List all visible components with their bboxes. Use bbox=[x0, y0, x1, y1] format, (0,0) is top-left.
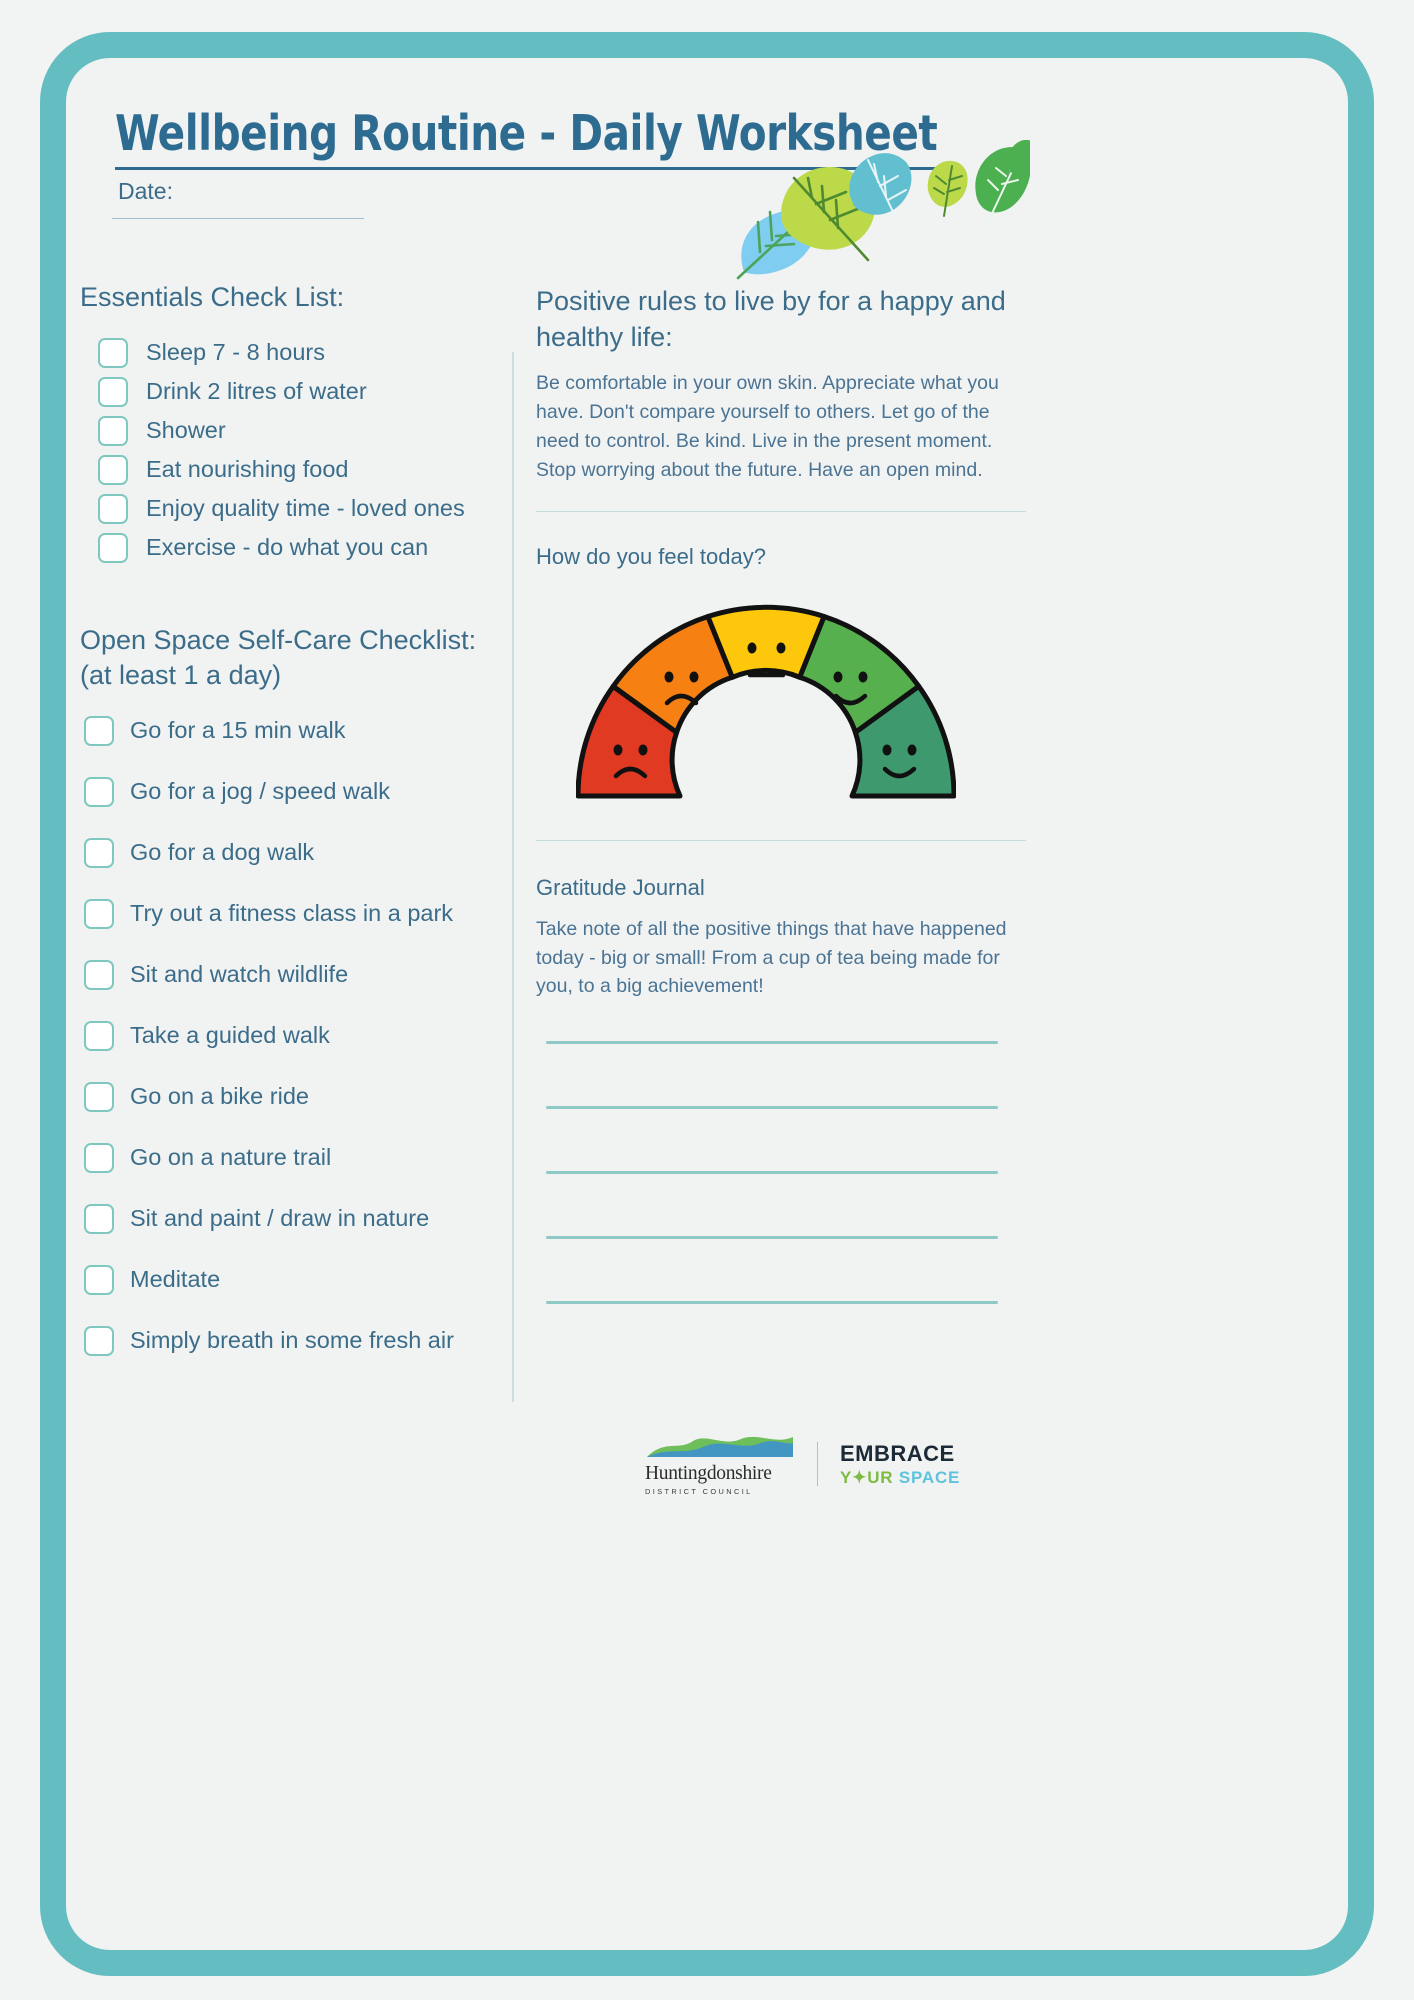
checklist-item[interactable]: Sit and paint / draw in nature bbox=[84, 1203, 510, 1234]
checklist-item[interactable]: Exercise - do what you can bbox=[98, 532, 510, 563]
checkbox-icon[interactable] bbox=[84, 1264, 114, 1295]
checklist-item[interactable]: Eat nourishing food bbox=[98, 454, 510, 485]
leaf-lime-small bbox=[927, 160, 968, 217]
open-space-heading-line2: (at least 1 a day) bbox=[80, 660, 282, 691]
checklist-label: Take a guided walk bbox=[130, 1022, 330, 1049]
checklist-item[interactable]: Shower bbox=[98, 415, 510, 446]
checklist-item[interactable]: Sit and watch wildlife bbox=[84, 959, 510, 990]
your-ur: UR bbox=[867, 1467, 894, 1487]
your-space-words: Y✦UR SPACE bbox=[840, 1469, 960, 1486]
checkbox-icon[interactable] bbox=[98, 532, 128, 563]
checklist-label: Try out a fitness class in a park bbox=[130, 900, 454, 927]
checkbox-icon[interactable] bbox=[84, 776, 114, 807]
leaf-decoration-cluster bbox=[720, 140, 1030, 280]
checklist-item[interactable]: Take a guided walk bbox=[84, 1020, 510, 1051]
checklist-item[interactable]: Enjoy quality time - loved ones bbox=[98, 493, 510, 524]
checklist-label: Go for a jog / speed walk bbox=[130, 778, 390, 805]
checklist-label: Go on a bike ride bbox=[130, 1083, 309, 1110]
checklist-label: Sleep 7 - 8 hours bbox=[146, 339, 325, 366]
checkbox-icon[interactable] bbox=[84, 1081, 114, 1112]
date-label: Date: bbox=[118, 178, 173, 204]
checkbox-icon[interactable] bbox=[84, 898, 114, 929]
checkbox-icon[interactable] bbox=[84, 959, 114, 990]
open-space-heading-line1: Open Space Self-Care Checklist: bbox=[80, 624, 477, 655]
leaf-green-tiny bbox=[1007, 140, 1030, 175]
checkbox-icon[interactable] bbox=[84, 1020, 114, 1051]
date-input-line[interactable] bbox=[112, 218, 364, 219]
checklist-item[interactable]: Simply breath in some fresh air bbox=[84, 1325, 510, 1356]
positive-rules-body: Be comfortable in your own skin. Appreci… bbox=[536, 372, 999, 481]
gratitude-heading: Gratitude Journal bbox=[536, 874, 705, 900]
footer-logos: Huntingdonshire DISTRICT COUNCIL EMBRACE… bbox=[645, 1433, 960, 1496]
gratitude-line[interactable] bbox=[546, 1041, 998, 1045]
checkbox-icon[interactable] bbox=[98, 376, 128, 407]
checklist-label: Shower bbox=[146, 417, 226, 444]
right-column: Positive rules to live by for a happy an… bbox=[536, 284, 1026, 1366]
essentials-checklist: Sleep 7 - 8 hours Drink 2 litres of wate… bbox=[80, 337, 510, 563]
council-hills-icon bbox=[647, 1436, 793, 1457]
essentials-heading: Essentials Check List: bbox=[80, 282, 345, 312]
checklist-label: Enjoy quality time - loved ones bbox=[146, 495, 465, 522]
checkbox-icon[interactable] bbox=[98, 337, 128, 368]
gratitude-line[interactable] bbox=[546, 1106, 998, 1110]
checkbox-icon[interactable] bbox=[84, 1142, 114, 1173]
section-divider bbox=[536, 510, 1026, 512]
gratitude-line[interactable] bbox=[546, 1236, 998, 1240]
open-space-heading: Open Space Self-Care Checklist: (at leas… bbox=[80, 623, 510, 694]
open-space-checklist: Go for a 15 min walk Go for a jog / spee… bbox=[80, 715, 510, 1356]
checklist-item[interactable]: Try out a fitness class in a park bbox=[84, 898, 510, 929]
checklist-item[interactable]: Go on a nature trail bbox=[84, 1142, 510, 1173]
gratitude-line[interactable] bbox=[546, 1301, 998, 1305]
council-name: Huntingdonshire bbox=[645, 1463, 772, 1484]
checklist-label: Simply breath in some fresh air bbox=[130, 1327, 454, 1354]
checklist-label: Meditate bbox=[130, 1266, 221, 1293]
checklist-label: Eat nourishing food bbox=[146, 456, 349, 483]
embrace-word: EMBRACE bbox=[840, 1440, 955, 1466]
logo-separator bbox=[817, 1442, 818, 1487]
checkbox-icon[interactable] bbox=[98, 454, 128, 485]
checklist-label: Sit and paint / draw in nature bbox=[130, 1205, 430, 1232]
checklist-label: Go on a nature trail bbox=[130, 1144, 332, 1171]
checklist-label: Go for a dog walk bbox=[130, 839, 315, 866]
checkbox-icon[interactable] bbox=[98, 493, 128, 524]
your-y: Y bbox=[840, 1467, 853, 1487]
checkbox-icon[interactable] bbox=[84, 715, 114, 746]
checklist-item[interactable]: Meditate bbox=[84, 1264, 510, 1295]
section-divider bbox=[536, 839, 1026, 841]
checklist-item[interactable]: Go on a bike ride bbox=[84, 1081, 510, 1112]
huntingdonshire-council-logo: Huntingdonshire DISTRICT COUNCIL bbox=[645, 1433, 795, 1496]
checkbox-icon[interactable] bbox=[98, 415, 128, 446]
mood-gauge[interactable] bbox=[575, 600, 1026, 810]
gratitude-body: Take note of all the positive things tha… bbox=[536, 917, 1007, 998]
star-icon: ✦ bbox=[852, 1467, 868, 1487]
checklist-item[interactable]: Go for a dog walk bbox=[84, 837, 510, 868]
checklist-label: Drink 2 litres of water bbox=[146, 378, 367, 405]
gratitude-write-lines bbox=[536, 1041, 1026, 1305]
checkbox-icon[interactable] bbox=[84, 1325, 114, 1356]
checkbox-icon[interactable] bbox=[84, 1203, 114, 1234]
checklist-item[interactable]: Sleep 7 - 8 hours bbox=[98, 337, 510, 368]
mood-heading: How do you feel today? bbox=[536, 543, 766, 569]
checklist-label: Sit and watch wildlife bbox=[130, 961, 349, 988]
checkbox-icon[interactable] bbox=[84, 837, 114, 868]
positive-rules-heading: Positive rules to live by for a happy an… bbox=[536, 286, 1006, 352]
embrace-your-space-logo: EMBRACE Y✦UR SPACE bbox=[840, 1440, 960, 1486]
leaf-teal bbox=[849, 153, 912, 219]
checklist-item[interactable]: Go for a 15 min walk bbox=[84, 715, 510, 746]
checklist-label: Exercise - do what you can bbox=[146, 534, 429, 561]
gratitude-line[interactable] bbox=[546, 1171, 998, 1175]
column-divider bbox=[512, 352, 514, 1402]
space-word: SPACE bbox=[898, 1467, 961, 1487]
left-column: Essentials Check List: Sleep 7 - 8 hours… bbox=[80, 280, 510, 1387]
checklist-item[interactable]: Go for a jog / speed walk bbox=[84, 776, 510, 807]
checklist-label: Go for a 15 min walk bbox=[130, 717, 346, 744]
council-subtitle: DISTRICT COUNCIL bbox=[645, 1486, 753, 1496]
checklist-item[interactable]: Drink 2 litres of water bbox=[98, 376, 510, 407]
